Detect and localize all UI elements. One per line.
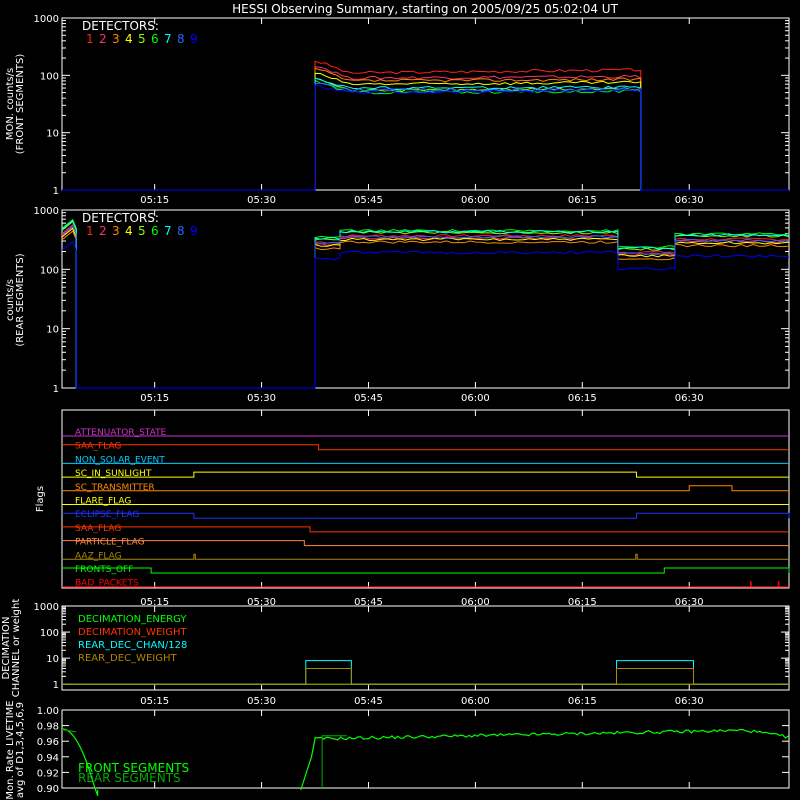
- livetime-ytick-label-3: 0.94: [37, 753, 59, 764]
- rear-xtick-label-5: 06:30: [675, 393, 704, 404]
- rear-legend-entry-2: 3: [112, 224, 120, 238]
- decimation-legend-3: REAR_DEC_WEIGHT: [78, 653, 177, 664]
- decimation-ytick-label-2: 10: [46, 654, 59, 665]
- livetime-ytick-label-2: 0.96: [37, 737, 59, 748]
- front-legend-title: DETECTORS:: [82, 19, 159, 33]
- rear-series-2: [61, 226, 790, 389]
- rear-legend-entry-0: 1: [86, 224, 94, 238]
- rear-ylabel-1: (REAR SEGMENTS): [15, 253, 26, 346]
- rear-series-8: [61, 225, 790, 389]
- front-ytick-label-3: 1: [53, 186, 59, 197]
- rear-xtick-label-1: 05:30: [247, 393, 276, 404]
- front-series-2: [62, 66, 789, 191]
- front-ytick-label-1: 100: [40, 71, 59, 82]
- front-series-4: [62, 72, 789, 191]
- flags-row-6: [62, 512, 790, 519]
- decimation-ytick-label-1: 100: [40, 628, 59, 639]
- rear-ytick-label-1: 100: [40, 265, 59, 276]
- decimation-ylabel-1: CHANNEL or weight: [11, 599, 22, 698]
- rear-legend-entry-1: 2: [99, 224, 107, 238]
- flags-row-label-10: FRONTS_OFF: [75, 565, 133, 575]
- rear-ytick-label-2: 10: [46, 325, 59, 336]
- rear-legend-entry-3: 4: [125, 224, 133, 238]
- flags-row-label-8: PARTICLE_FLAG: [75, 538, 145, 548]
- decimation-ytick-label-0: 1000: [34, 602, 59, 613]
- decimation-ytick-label-3: 1: [53, 680, 59, 691]
- flags-row-11: [62, 581, 789, 588]
- front-xtick-label-2: 05:45: [354, 195, 383, 206]
- rear-series-9: [61, 240, 790, 389]
- rear-xtick-label-2: 05:45: [354, 393, 383, 404]
- front-series-8: [62, 82, 789, 191]
- rear-legend-entry-5: 6: [151, 224, 159, 238]
- front-series-9: [62, 84, 789, 191]
- flags-row-7: [62, 526, 789, 533]
- front-legend-entry-5: 6: [151, 32, 159, 46]
- flags-row-1: [62, 444, 789, 451]
- flags-row-10: [62, 567, 790, 574]
- hessi-summary-chart: HESSI Observing Summary, starting on 200…: [1, 2, 790, 800]
- decimation-legend-2: REAR_DEC_CHAN/128: [78, 640, 187, 651]
- decimation-xtick-label-0: 05:15: [140, 696, 169, 707]
- rear-legend-title: DETECTORS:: [82, 211, 159, 225]
- rear-legend-entry-7: 8: [177, 224, 185, 238]
- rear-legend-entry-6: 7: [164, 224, 172, 238]
- chart-title: HESSI Observing Summary, starting on 200…: [232, 2, 618, 16]
- rear-ytick-label-3: 1: [53, 384, 59, 395]
- front-xtick-label-5: 06:30: [675, 195, 704, 206]
- front-series-1: [62, 60, 789, 191]
- flags-row-8: [62, 540, 789, 547]
- livetime-ytick-label-4: 0.92: [37, 768, 59, 779]
- front-ytick-label-0: 1000: [34, 14, 59, 25]
- rear-xtick-label-4: 06:15: [568, 393, 597, 404]
- decimation-rear-dec-chan: [62, 660, 789, 685]
- front-series-7: [62, 77, 789, 191]
- decimation-legend-0: DECIMATION_ENERGY: [78, 614, 187, 625]
- flags-frame: [61, 409, 790, 589]
- rear-legend-entry-8: 9: [190, 224, 198, 238]
- flags-row-3: [62, 471, 789, 478]
- front-xtick-label-4: 06:15: [568, 195, 597, 206]
- front-legend-entry-4: 5: [138, 32, 146, 46]
- rear-legend-entry-4: 5: [138, 224, 146, 238]
- rear-xtick-label-0: 05:15: [140, 393, 169, 404]
- front-legend-entry-2: 3: [112, 32, 120, 46]
- flags-row-label-7: SAA_FLAG: [75, 524, 121, 534]
- rear-xtick-label-3: 06:00: [461, 393, 490, 404]
- front-legend-entry-0: 1: [86, 32, 94, 46]
- front-xtick-label-0: 05:15: [140, 195, 169, 206]
- front-xtick-label-1: 05:30: [247, 195, 276, 206]
- front-ytick-label-2: 10: [46, 129, 59, 140]
- rear-series-1: [61, 223, 790, 389]
- flags-row-9: [62, 553, 789, 560]
- flags-row-label-1: SAA_FLAG: [75, 442, 121, 452]
- livetime-ytick-label-0: 1.00: [37, 706, 59, 717]
- decimation-xtick-label-2: 05:45: [354, 696, 383, 707]
- flags-ylabel: Flags: [35, 486, 46, 512]
- livetime-ytick-label-1: 0.98: [37, 722, 59, 733]
- decimation-xtick-label-4: 06:15: [568, 696, 597, 707]
- front-legend-entry-1: 2: [99, 32, 107, 46]
- decimation-xtick-label-5: 06:30: [675, 696, 704, 707]
- front-legend-entry-7: 8: [177, 32, 185, 46]
- flags-row-label-6: ECLIPSE_FLAG: [75, 510, 139, 520]
- decimation-rear-dec-wt: [62, 668, 789, 685]
- front-legend-entry-6: 7: [164, 32, 172, 46]
- front-legend-entry-8: 9: [190, 32, 198, 46]
- front-ylabel-1: (FRONT SEGMENTS): [15, 54, 26, 155]
- front-series-5: [62, 77, 789, 191]
- rear-ytick-label-0: 1000: [34, 206, 59, 217]
- decimation-xtick-label-1: 05:30: [247, 696, 276, 707]
- front-legend-entry-3: 4: [125, 32, 133, 46]
- front-xtick-label-3: 06:00: [461, 195, 490, 206]
- rear-series-7: [61, 219, 790, 389]
- rear-series-5: [61, 220, 790, 389]
- front-series-6: [62, 79, 789, 191]
- flags-row-4: [62, 485, 789, 492]
- rear-series-3: [61, 230, 790, 389]
- decimation-xtick-label-3: 06:00: [461, 696, 490, 707]
- livetime-ytick-label-5: 0.90: [37, 784, 59, 795]
- decimation-legend-1: DECIMATION_WEIGHT: [78, 627, 187, 638]
- livetime-ylabel-1: avg of D1,3,4,5,6,9: [15, 702, 26, 798]
